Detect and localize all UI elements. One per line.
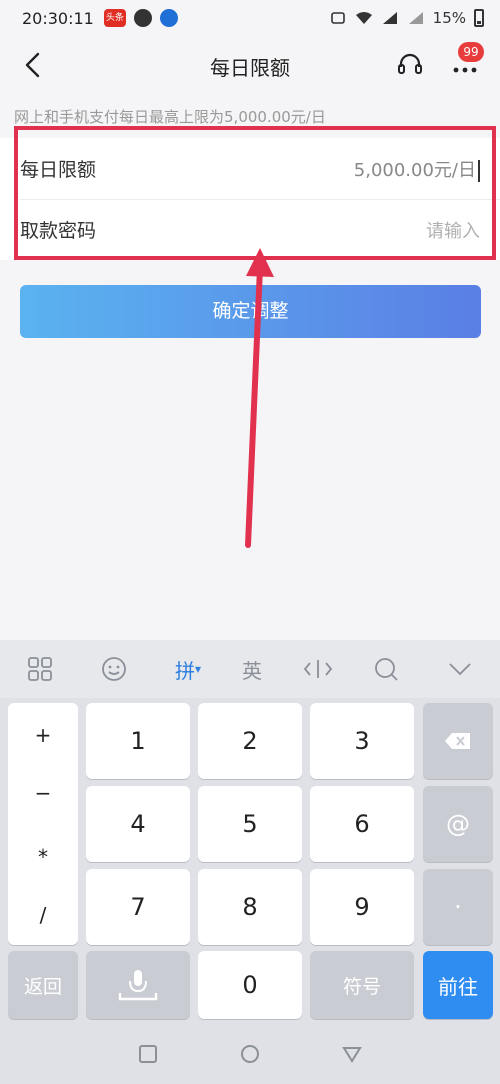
system-nav-bar xyxy=(0,1024,500,1084)
keyboard-toolbar: 拼 ▾ 英 xyxy=(0,640,500,698)
back-triangle-icon[interactable] xyxy=(342,1044,362,1064)
page-title: 每日限额 xyxy=(210,56,290,80)
nav-bar: 每日限额 99 xyxy=(0,36,500,94)
status-bar: 20:30:11 头条 15% xyxy=(0,0,500,36)
highlight-box xyxy=(14,126,496,260)
multiply-key[interactable]: * xyxy=(8,845,78,869)
battery-icon xyxy=(474,9,484,27)
key-1[interactable]: 1 xyxy=(86,703,190,779)
english-tab[interactable]: 英 xyxy=(236,654,268,684)
recent-apps-icon[interactable] xyxy=(138,1044,158,1064)
at-key[interactable]: @ xyxy=(423,786,493,862)
go-key[interactable]: 前往 xyxy=(423,951,493,1019)
key-6[interactable]: 6 xyxy=(310,786,414,862)
backspace-key[interactable] xyxy=(423,703,493,779)
dot-key[interactable]: · xyxy=(423,869,493,945)
home-icon[interactable] xyxy=(240,1044,260,1064)
collapse-keyboard-icon[interactable] xyxy=(444,654,476,684)
key-4[interactable]: 4 xyxy=(86,786,190,862)
pinyin-tab[interactable]: 拼 ▾ xyxy=(166,654,210,684)
microphone-icon xyxy=(118,970,158,1001)
key-9[interactable]: 9 xyxy=(310,869,414,945)
toutiao-app-icon: 头条 xyxy=(103,9,126,27)
key-7[interactable]: 7 xyxy=(86,869,190,945)
symbol-column: + − * / xyxy=(8,703,78,945)
signal-icon xyxy=(382,12,397,24)
status-time: 20:30:11 xyxy=(22,8,94,28)
headset-icon[interactable] xyxy=(396,50,424,78)
notification-badge: 99 xyxy=(458,42,484,62)
signal-2-icon xyxy=(408,12,423,24)
grid-menu-icon[interactable] xyxy=(24,654,56,684)
backspace-icon xyxy=(445,733,470,749)
numeric-keyboard: 拼 ▾ 英 + − * / 1 2 3 4 5 6 @ 7 8 9 · 返回 0 … xyxy=(0,640,500,1084)
dropdown-icon: ▾ xyxy=(194,662,202,676)
key-5[interactable]: 5 xyxy=(198,786,302,862)
plus-key[interactable]: + xyxy=(8,723,78,747)
divide-key[interactable]: / xyxy=(8,903,78,927)
key-8[interactable]: 8 xyxy=(198,869,302,945)
pinyin-label: 拼 xyxy=(174,658,195,683)
vibrate-icon xyxy=(330,12,345,24)
search-icon[interactable] xyxy=(370,654,402,684)
emoji-icon[interactable] xyxy=(98,654,130,684)
minus-key[interactable]: − xyxy=(8,781,78,805)
wifi-icon xyxy=(355,12,372,24)
cursor-move-icon[interactable] xyxy=(300,654,336,684)
key-0[interactable]: 0 xyxy=(198,951,302,1019)
app-notification-icon xyxy=(133,9,152,27)
confirm-adjust-button[interactable]: 确定调整 xyxy=(20,285,481,338)
key-3[interactable]: 3 xyxy=(310,703,414,779)
key-2[interactable]: 2 xyxy=(198,703,302,779)
browser-notification-icon xyxy=(159,9,178,27)
status-right: 15% xyxy=(329,9,484,27)
battery-percent: 15% xyxy=(432,9,466,27)
voice-key[interactable] xyxy=(86,951,190,1019)
back-key[interactable]: 返回 xyxy=(8,951,78,1019)
symbol-key[interactable]: 符号 xyxy=(310,951,414,1019)
limit-notice: 网上和手机支付每日最高上限为5,000.00元/日 xyxy=(14,108,326,126)
